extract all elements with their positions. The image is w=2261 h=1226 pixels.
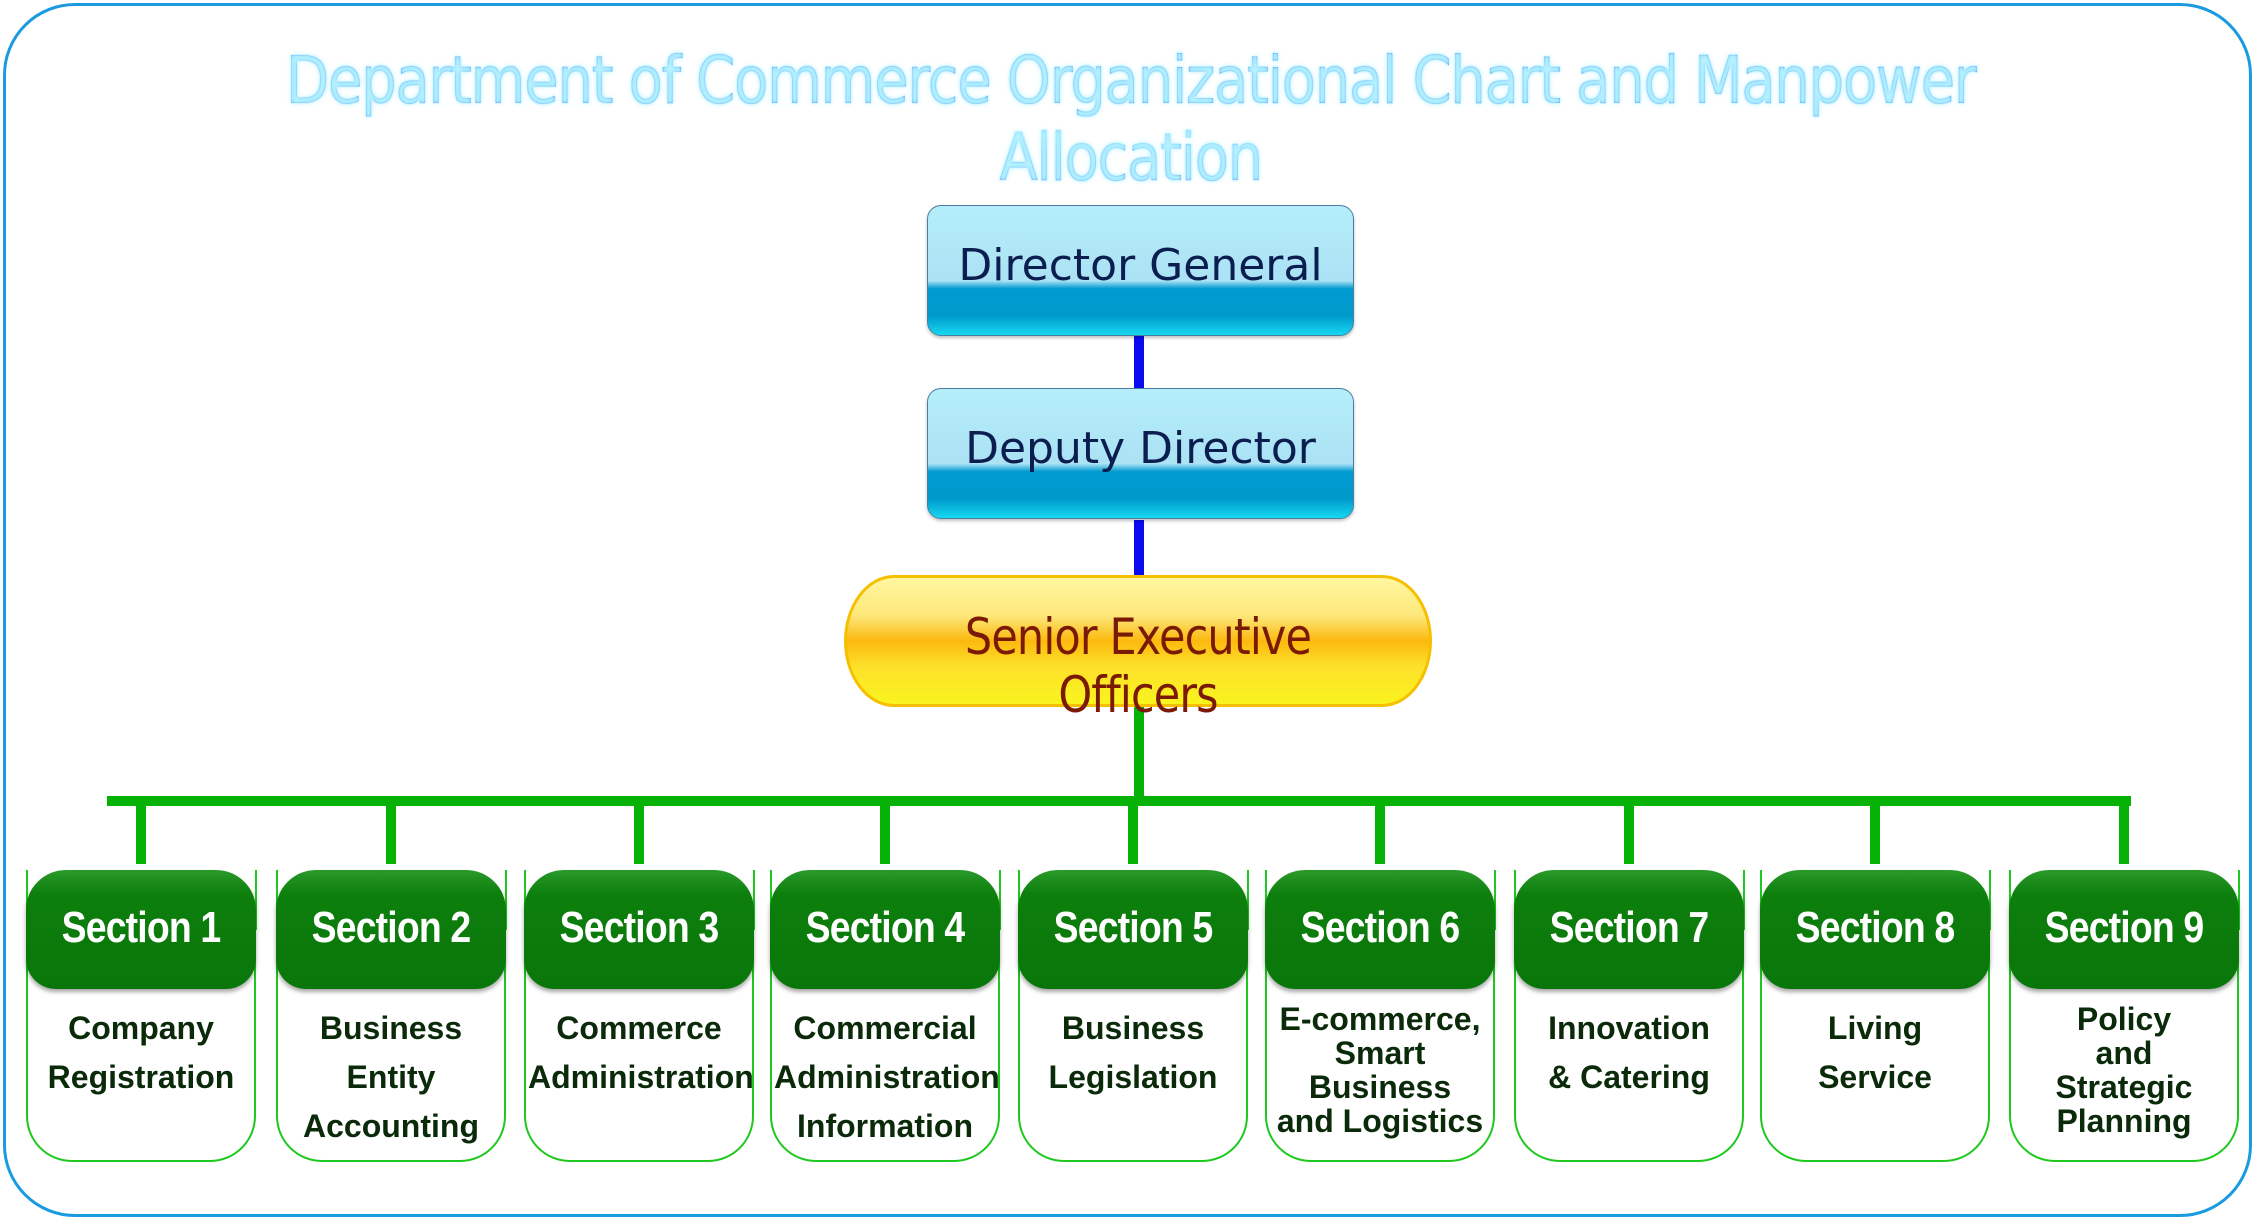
section-description-line: Business: [1308, 1069, 1452, 1105]
section-node-8: Section 8 Living Service: [1759, 870, 1991, 1162]
section-header: Section 1: [26, 870, 256, 989]
section-description: Policy and Strategic Planning: [2013, 1002, 2235, 1138]
section-node-7: Section 7 Innovation & Catering: [1513, 870, 1745, 1162]
section-description-line: Commerce: [556, 1010, 722, 1046]
section-description-line: E-commerce,: [1279, 1001, 1481, 1037]
section-description-line: Legislation: [1048, 1059, 1218, 1095]
section-description-line: Service: [1818, 1059, 1932, 1095]
section-description-line: and: [2095, 1035, 2153, 1071]
section-title: Section 9: [2044, 903, 2204, 952]
section-description: Commercial Administration Information: [774, 1004, 1000, 1151]
section-description: Business Entity Accounting: [280, 1004, 502, 1151]
node-senior-executive-officers: Senior Executive Officers: [844, 575, 1432, 724]
section-title: Section 1: [61, 903, 221, 952]
section-title: Section 2: [311, 903, 471, 952]
section-description-line: Information: [797, 1108, 973, 1144]
connector-section-drop: [1624, 796, 1634, 864]
section-description-line: Strategic: [2055, 1069, 2193, 1105]
section-title: Section 7: [1549, 903, 1709, 952]
section-title: Section 8: [1795, 903, 1955, 952]
section-description-line: Business: [1061, 1010, 1205, 1046]
section-description-line: Administration: [774, 1059, 1000, 1095]
section-title: Section 5: [1053, 903, 1213, 952]
section-header: Section 4: [770, 870, 1000, 989]
section-description: Company Registration: [30, 1004, 252, 1102]
section-description-line: Smart: [1334, 1035, 1426, 1071]
section-header: Section 6: [1265, 870, 1495, 989]
section-title: Section 3: [559, 903, 719, 952]
section-header: Section 5: [1018, 870, 1248, 989]
section-description-line: Accounting: [303, 1108, 479, 1144]
connector-section-drop: [634, 796, 644, 864]
page-title: Department of Commerce Organizational Ch…: [158, 42, 2102, 196]
section-header: Section 9: [2009, 870, 2239, 989]
connector-section-drop: [880, 796, 890, 864]
section-description-line: Company: [68, 1010, 214, 1046]
connector-section-drop: [1128, 796, 1138, 864]
section-description-line: Administration: [528, 1059, 754, 1095]
section-node-6: Section 6 E-commerce, Smart Business and Log…: [1264, 870, 1496, 1162]
section-description-line: Living: [1827, 1010, 1923, 1046]
section-description-line: Innovation: [1548, 1010, 1710, 1046]
section-header: Section 3: [524, 870, 754, 989]
section-description-line: and Logistics: [1276, 1103, 1484, 1139]
section-node-1: Section 1 Company Registration: [25, 870, 257, 1162]
connector-section-drop: [386, 796, 396, 864]
section-title: Section 6: [1300, 903, 1460, 952]
section-node-9: Section 9 Policy and Strategic Planning: [2008, 870, 2240, 1162]
section-description-line: Commercial: [793, 1010, 977, 1046]
section-header: Section 7: [1514, 870, 1744, 989]
section-header: Section 2: [276, 870, 506, 989]
connector-director-to-deputy: [1134, 336, 1144, 388]
section-description-line: Business: [319, 1010, 463, 1046]
section-node-3: Section 3 Commerce Administration: [523, 870, 755, 1162]
section-node-2: Section 2 Business Entity Accounting: [275, 870, 507, 1162]
node-deputy-director: Deputy Director: [927, 388, 1354, 519]
section-description: Commerce Administration: [528, 1004, 754, 1102]
node-director-general-label: Director General: [958, 240, 1323, 291]
section-description-line: Entity: [346, 1059, 436, 1095]
connector-sections-bus: [107, 796, 2131, 806]
connector-section-drop: [136, 796, 146, 864]
node-senior-executive-officers-label: Senior Executive Officers: [964, 608, 1312, 724]
connector-section-drop: [1375, 796, 1385, 864]
section-description: Business Legislation: [1022, 1004, 1244, 1102]
section-description: Living Service: [1764, 1004, 1986, 1102]
section-node-4: Section 4 Commercial Administration Informa…: [769, 870, 1001, 1162]
connector-section-drop: [2119, 796, 2129, 864]
section-title: Section 4: [805, 903, 965, 952]
connector-section-drop: [1870, 796, 1880, 864]
section-node-5: Section 5 Business Legislation: [1017, 870, 1249, 1162]
section-description-line: & Catering: [1548, 1059, 1710, 1095]
section-description-line: Policy: [2076, 1001, 2172, 1037]
node-deputy-director-label: Deputy Director: [965, 423, 1316, 474]
node-director-general: Director General: [927, 205, 1354, 336]
section-header: Section 8: [1760, 870, 1990, 989]
connector-deputy-to-senior: [1134, 520, 1144, 575]
section-description-line: Registration: [47, 1059, 235, 1095]
section-description: E-commerce, Smart Business and Logistics: [1269, 1002, 1491, 1138]
section-description-line: Planning: [2056, 1103, 2192, 1139]
section-description: Innovation & Catering: [1518, 1004, 1740, 1102]
